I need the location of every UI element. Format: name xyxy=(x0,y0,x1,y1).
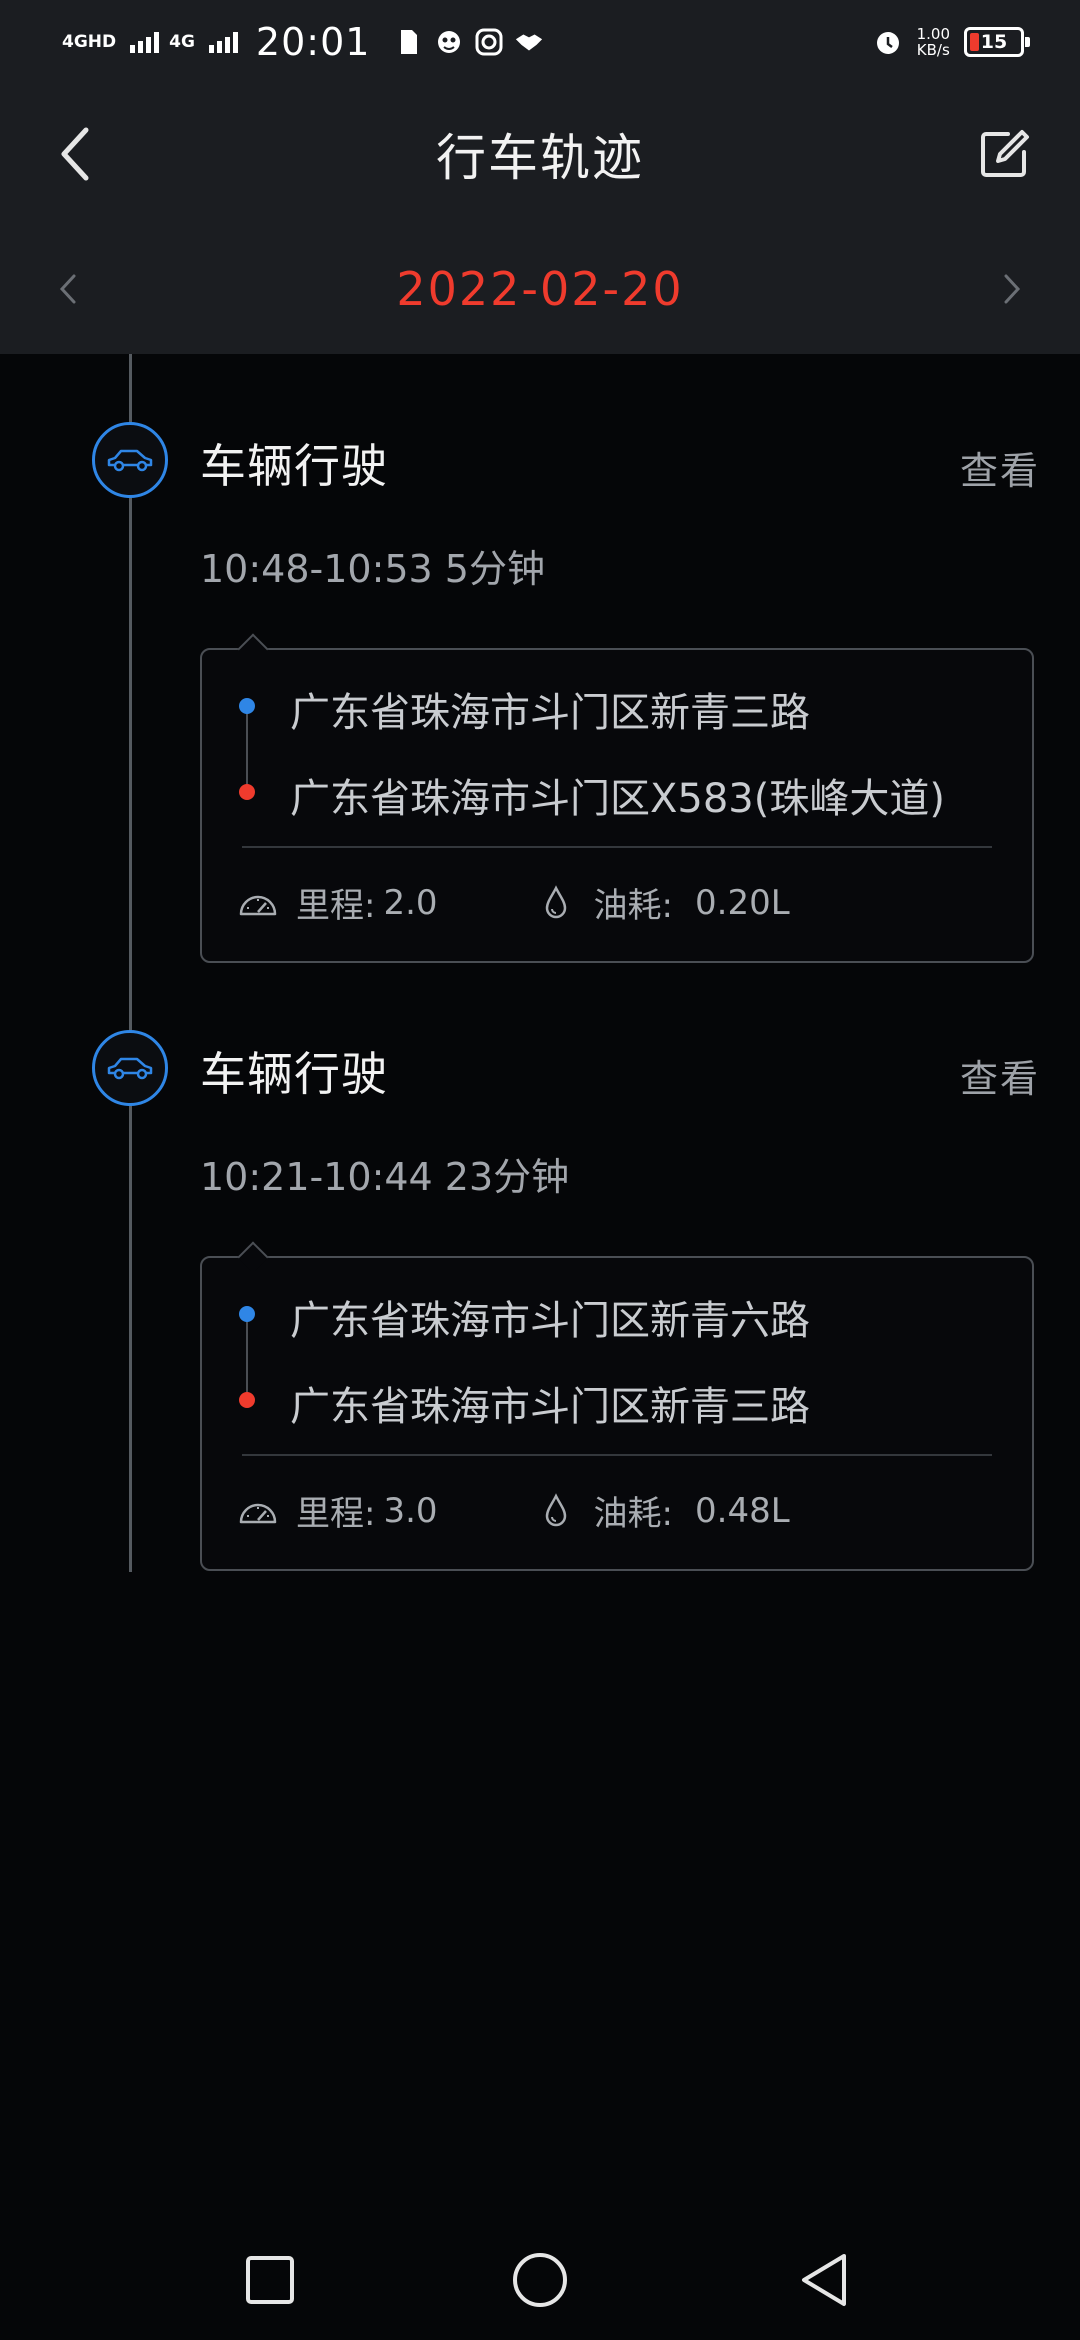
system-nav-bar xyxy=(0,2220,1080,2340)
route-connector xyxy=(246,706,248,792)
next-date-button[interactable] xyxy=(988,264,1036,314)
handshake-icon xyxy=(514,27,544,57)
trip-stats: 里程: 3.0 油耗: 0.48L xyxy=(236,1486,790,1535)
clock: 20:01 xyxy=(255,20,371,64)
status-bar: 4GHD 4G 20:01 1.00 KB/s 15 xyxy=(0,0,1080,84)
end-address: 广东省珠海市斗门区新青三路 xyxy=(290,1384,810,1430)
end-address: 广东省珠海市斗门区X583(珠峰大道) xyxy=(290,776,945,822)
previous-date-button[interactable] xyxy=(44,264,92,314)
fuel-value: 0.20L xyxy=(695,882,790,923)
trip-time: 10:21-10:44 23分钟 xyxy=(200,1155,570,1199)
chevron-left-icon xyxy=(59,274,76,304)
car-icon xyxy=(92,422,168,498)
network-type-1: 4GHD xyxy=(62,31,117,52)
signal-icon-2 xyxy=(208,31,238,53)
network-speed: 1.00 KB/s xyxy=(916,25,950,59)
start-address: 广东省珠海市斗门区新青六路 xyxy=(290,1298,810,1344)
trip-time: 10:48-10:53 5分钟 xyxy=(200,547,545,591)
battery-icon: 15 xyxy=(964,27,1030,57)
fuel-value: 0.48L xyxy=(695,1490,790,1531)
app-notification-icon xyxy=(434,27,464,57)
edit-icon xyxy=(981,130,1029,177)
mileage-value: 2.0 xyxy=(383,882,438,923)
divider xyxy=(242,1454,992,1456)
view-trip-button[interactable]: 查看 xyxy=(960,440,1040,495)
battery-level: 15 xyxy=(980,31,1008,53)
trip-title: 车辆行驶 xyxy=(200,1047,388,1101)
date-selector: 2022-02-20 xyxy=(0,224,1080,354)
current-date[interactable]: 2022-02-20 xyxy=(396,262,683,316)
app-header: 行车轨迹 xyxy=(0,84,1080,224)
alarm-icon xyxy=(873,27,903,57)
fuel-drop-icon xyxy=(534,1491,578,1531)
chevron-right-icon xyxy=(1004,274,1021,304)
end-point-icon xyxy=(239,1392,255,1408)
fuel-stat: 油耗: 0.20L xyxy=(534,878,790,927)
mileage-stat: 里程: 3.0 xyxy=(236,1486,438,1535)
home-button[interactable] xyxy=(500,2240,580,2320)
start-point-icon xyxy=(239,1306,255,1322)
recents-button[interactable] xyxy=(230,2240,310,2320)
fuel-stat: 油耗: 0.48L xyxy=(534,1486,790,1535)
start-point-icon xyxy=(239,698,255,714)
trip-route-card[interactable]: 广东省珠海市斗门区新青六路 广东省珠海市斗门区新青三路 里程: 3.0 油耗: … xyxy=(200,1241,1034,1571)
divider xyxy=(242,846,992,848)
mileage-value: 3.0 xyxy=(383,1490,438,1531)
trip-stats: 里程: 2.0 油耗: 0.20L xyxy=(236,878,790,927)
sim-icon xyxy=(394,27,424,57)
trip-history-screen: 4GHD 4G 20:01 1.00 KB/s 15 行车轨迹 2022-02-… xyxy=(0,0,1080,2340)
timeline-line xyxy=(129,354,132,1572)
signal-icon xyxy=(130,31,160,53)
end-point-icon xyxy=(239,784,255,800)
speedometer-icon xyxy=(236,883,280,923)
back-button[interactable] xyxy=(44,122,108,186)
chevron-left-icon xyxy=(61,127,89,181)
mileage-stat: 里程: 2.0 xyxy=(236,878,438,927)
fuel-drop-icon xyxy=(534,883,578,923)
circle-icon xyxy=(513,2253,567,2307)
start-address: 广东省珠海市斗门区新青三路 xyxy=(290,690,810,736)
view-trip-button[interactable]: 查看 xyxy=(960,1048,1040,1103)
triangle-back-icon xyxy=(802,2254,846,2306)
speedometer-icon xyxy=(236,1491,280,1531)
car-icon xyxy=(92,1030,168,1106)
page-title: 行车轨迹 xyxy=(436,129,644,187)
square-icon xyxy=(246,2256,294,2304)
app-notification-icon-2 xyxy=(474,27,504,57)
trip-title: 车辆行驶 xyxy=(200,439,388,493)
route-connector xyxy=(246,1314,248,1400)
back-nav-button[interactable] xyxy=(784,2240,864,2320)
network-type-2: 4G xyxy=(169,31,195,52)
edit-button[interactable] xyxy=(972,122,1036,186)
trip-route-card[interactable]: 广东省珠海市斗门区新青三路 广东省珠海市斗门区X583(珠峰大道) 里程: 2.… xyxy=(200,633,1034,963)
